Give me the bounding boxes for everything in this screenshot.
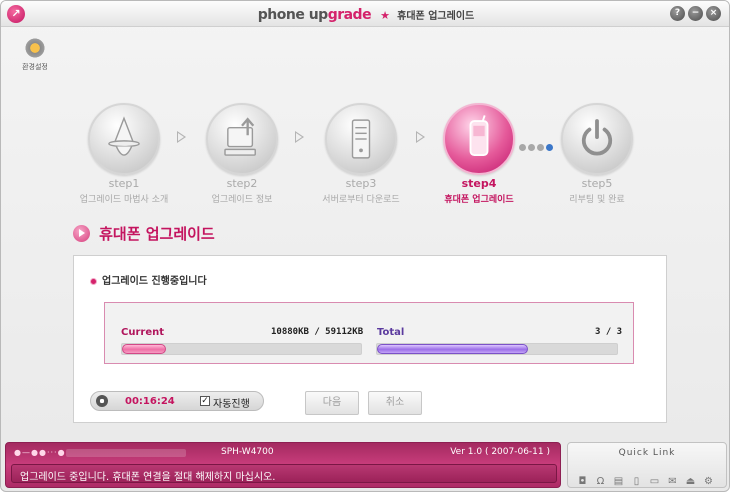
- step2-desc: 업그레이드 정보: [211, 195, 273, 205]
- window-title: phone upgrade ★ 휴대폰 업그레이드: [1, 4, 729, 23]
- dot-icon: [519, 144, 526, 151]
- folder-icon[interactable]: ▭: [648, 476, 661, 488]
- camera-icon[interactable]: ◘: [576, 476, 589, 488]
- quick-link-panel: Quick Link ◘ Ω ▤ ▯ ▭ ✉ ⏏ ⚙: [567, 442, 727, 488]
- upgrade-panel: 업그레이드 진행중입니다 Current 10880KB / 59112KB T…: [73, 255, 667, 423]
- device-model: SPH-W4700: [221, 447, 274, 457]
- step1-desc: 업그레이드 마법사 소개: [79, 195, 169, 205]
- minimize-button[interactable]: −: [688, 6, 703, 21]
- gear-icon: [24, 37, 46, 59]
- wizard-icon: [108, 116, 140, 156]
- play-bullet-icon: [73, 225, 90, 242]
- help-button[interactable]: ?: [670, 6, 685, 21]
- step3-desc: 서버로부터 다운로드: [322, 195, 400, 205]
- total-progress-bar: [376, 343, 618, 355]
- phone-icon[interactable]: ▯: [630, 476, 643, 488]
- brand-name: phone upgrade: [257, 7, 372, 23]
- settings-icon[interactable]: ⚙: [702, 476, 715, 488]
- auto-proceed-checkbox[interactable]: ✓: [200, 396, 210, 406]
- computer-icon: [224, 117, 256, 156]
- step3-name: step3: [345, 177, 377, 190]
- step4-desc: 휴대폰 업그레이드: [444, 195, 514, 205]
- step5-circle: [561, 103, 633, 175]
- step5-name: step5: [581, 177, 613, 190]
- phone-icon: [469, 115, 489, 156]
- star-icon: ★: [380, 9, 391, 22]
- elapsed-time: 00:16:24: [125, 396, 175, 407]
- quick-link-icons: ◘ Ω ▤ ▯ ▭ ✉ ⏏ ⚙: [576, 469, 720, 488]
- section-header: 휴대폰 업그레이드: [73, 223, 215, 245]
- step-5: step5 리부팅 및 완료: [537, 103, 657, 205]
- step-2: step2 업그레이드 정보: [182, 103, 302, 205]
- clock-icon: [96, 395, 108, 407]
- mail-icon[interactable]: ✉: [666, 476, 679, 488]
- settings-button[interactable]: 환경설정: [19, 37, 51, 72]
- status-message-box: 업그레이드 중입니다. 휴대폰 연결을 절대 해제하지 마십시오.: [11, 464, 557, 483]
- app-window: ↗ phone upgrade ★ 휴대폰 업그레이드 ? − × 환경설정 s…: [0, 0, 730, 492]
- step3-circle: [325, 103, 397, 175]
- device-id-redacted: [66, 449, 186, 457]
- step4-name: step4: [461, 177, 497, 190]
- status-message: 업그레이드 중입니다. 휴대폰 연결을 절대 해제하지 마십시오.: [20, 472, 276, 483]
- current-value: 10880KB / 59112KB: [271, 327, 364, 337]
- dot-icon: [528, 144, 535, 151]
- step4-circle: [443, 103, 515, 175]
- step2-name: step2: [226, 177, 258, 190]
- timer-box: 00:16:24 ✓ 자동진행: [90, 391, 264, 411]
- panel-heading: 업그레이드 진행중입니다: [90, 272, 207, 287]
- title-bar: ↗ phone upgrade ★ 휴대폰 업그레이드 ? − ×: [1, 1, 729, 27]
- step1-circle: [88, 103, 160, 175]
- total-value: 3 / 3: [595, 327, 623, 337]
- version-label: Ver 1.0 ( 2007-06-11 ): [450, 447, 550, 457]
- status-bar: ●—●●···● SPH-W4700 Ver 1.0 ( 2007-06-11 …: [5, 442, 561, 488]
- step5-desc: 리부팅 및 완료: [569, 195, 625, 205]
- eject-icon[interactable]: ⏏: [684, 476, 697, 488]
- progress-box: Current 10880KB / 59112KB Total 3 / 3: [104, 302, 634, 364]
- current-label: Current: [121, 327, 165, 338]
- window-subtitle: 휴대폰 업그레이드: [397, 11, 475, 22]
- step2-circle: [206, 103, 278, 175]
- step1-name: step1: [108, 177, 140, 190]
- cancel-button[interactable]: 취소: [368, 391, 422, 415]
- server-icon: [351, 119, 371, 159]
- auto-proceed-label: 자동진행: [213, 399, 250, 410]
- section-title: 휴대폰 업그레이드: [99, 225, 215, 243]
- total-label: Total: [377, 327, 405, 338]
- close-button[interactable]: ×: [706, 6, 721, 21]
- power-icon: [581, 119, 613, 156]
- current-progress-bar: [121, 343, 362, 355]
- total-progress-fill: [377, 344, 529, 354]
- current-progress-fill: [122, 344, 166, 354]
- step-3: step3 서버로부터 다운로드: [301, 103, 421, 205]
- bullet-icon: [90, 277, 97, 285]
- step-1: step1 업그레이드 마법사 소개: [64, 103, 184, 205]
- document-icon[interactable]: ▤: [612, 476, 625, 488]
- settings-label: 환경설정: [22, 63, 48, 71]
- next-button[interactable]: 다음: [305, 391, 359, 415]
- quick-link-title: Quick Link: [618, 448, 676, 458]
- connection-dots-icon: ●—●●···●: [14, 448, 66, 457]
- headset-icon[interactable]: Ω: [594, 476, 607, 488]
